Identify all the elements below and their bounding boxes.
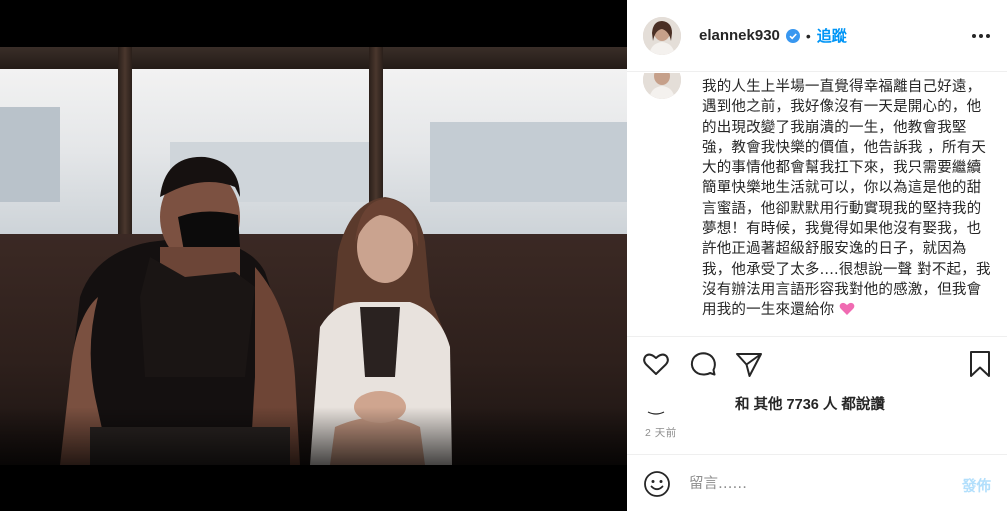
follow-button[interactable]: 追蹤 <box>817 25 847 46</box>
comment-icon[interactable] <box>688 349 718 379</box>
comment-bar: 發佈 <box>627 454 1007 511</box>
avatar-image <box>643 73 681 99</box>
post-header: elannek930 • 追蹤 <box>627 0 1007 72</box>
verified-badge-icon <box>785 28 800 43</box>
smile-icon[interactable] <box>643 470 671 498</box>
post-timestamp[interactable]: 2 天前 <box>645 425 677 440</box>
liker-avatars[interactable] <box>645 394 689 416</box>
likes-count-link[interactable]: 其他 7736 人 <box>754 397 838 413</box>
post-comment-button[interactable]: 發佈 <box>962 475 991 496</box>
author-avatar[interactable] <box>643 16 681 55</box>
comment-input[interactable] <box>689 471 939 497</box>
photo-floor-shadow <box>0 407 627 465</box>
liker-avatar-image <box>645 394 667 416</box>
author-username[interactable]: elannek930 <box>699 27 780 44</box>
caption-author-avatar[interactable] <box>643 73 681 99</box>
post-actions-bar <box>627 336 1007 392</box>
bookmark-icon[interactable] <box>965 349 995 379</box>
post-photo[interactable] <box>0 47 627 465</box>
caption-text: 我的人生上半場一直覺得幸福離自己好遠，遇到他之前，我好像沒有一天是開心的，他的出… <box>702 77 994 321</box>
photo-people <box>60 156 452 465</box>
post-photo-panel <box>0 0 627 511</box>
caption-scroll-area[interactable]: 我的人生上半場一直覺得幸福離自己好遠，遇到他之前，我好像沒有一天是開心的，他的出… <box>627 73 1007 333</box>
more-dot <box>979 34 983 38</box>
pink-heart-emoji-icon <box>839 303 855 316</box>
post-side-panel: elannek930 • 追蹤 我的人生上半場一直覺得幸福離自己好遠，遇到他之前… <box>627 0 1007 511</box>
more-dot <box>986 34 990 38</box>
likes-summary[interactable]: 和 其他 7736 人 都說讚 <box>735 393 885 414</box>
likes-prefix: 和 <box>735 397 750 413</box>
more-options-icon[interactable] <box>969 26 993 46</box>
heart-icon[interactable] <box>641 349 671 379</box>
more-dot <box>972 34 976 38</box>
caption-body: 我的人生上半場一直覺得幸福離自己好遠，遇到他之前，我好像沒有一天是開心的，他的出… <box>702 79 991 319</box>
share-icon[interactable] <box>734 349 764 379</box>
avatar-image <box>643 16 681 55</box>
likes-suffix: 都說讚 <box>841 397 885 413</box>
header-separator: • <box>805 27 811 44</box>
